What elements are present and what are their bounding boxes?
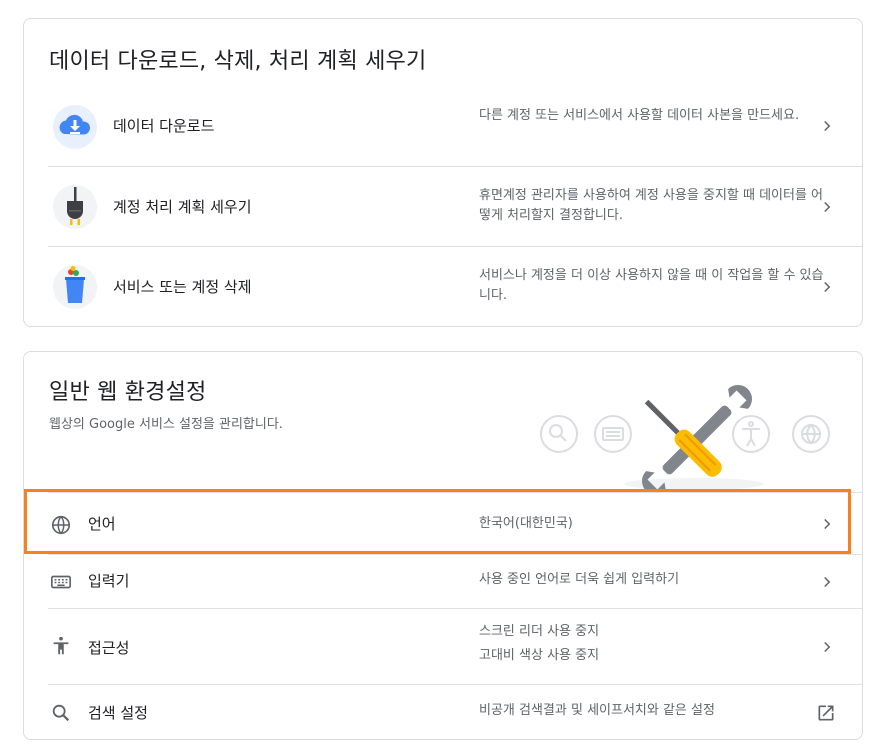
language-label: 언어 — [88, 515, 116, 533]
language-row[interactable]: 언어 한국어(대한민국) — [48, 492, 862, 554]
language-value: 한국어(대한민국) — [479, 516, 573, 531]
chevron-right-icon — [824, 120, 831, 132]
accessibility-row[interactable]: 접근성 스크린 리더 사용 중지 고대비 색상 사용 중지 — [48, 608, 862, 684]
chevron-right-icon — [824, 518, 831, 530]
account-plan-row[interactable]: 계정 처리 계획 세우기 휴면계정 관리자를 사용하여 계정 사용을 중지할 때… — [48, 166, 862, 246]
search-icon — [52, 704, 70, 722]
open-in-new-icon[interactable] — [816, 703, 836, 723]
high-contrast-status: 고대비 색상 사용 중지 — [479, 648, 600, 663]
chevron-right-icon — [824, 641, 831, 653]
download-data-label: 데이터 다운로드 — [113, 117, 215, 135]
keyboard-icon — [51, 575, 71, 589]
accessibility-label: 접근성 — [88, 639, 130, 657]
chevron-right-icon — [824, 281, 831, 293]
data-section-title: 데이터 다운로드, 삭제, 처리 계획 세우기 — [49, 49, 427, 74]
plug-icon — [52, 184, 98, 234]
general-section-title: 일반 웹 환경설정 — [49, 380, 207, 405]
search-settings-row[interactable]: 검색 설정 비공개 검색결과 및 세이프서치와 같은 설정 — [48, 684, 862, 739]
delete-account-label: 서비스 또는 계정 삭제 — [113, 278, 252, 296]
search-settings-label: 검색 설정 — [88, 704, 148, 722]
chevron-right-icon — [824, 201, 831, 213]
search-settings-desc: 비공개 검색결과 및 세이프서치와 같은 설정 — [479, 703, 715, 718]
cloud-download-icon — [52, 104, 98, 154]
data-management-card: 데이터 다운로드, 삭제, 처리 계획 세우기 데이터 다운로드 다른 계정 또… — [23, 18, 863, 327]
delete-account-row[interactable]: 서비스 또는 계정 삭제 서비스나 계정을 더 이상 사용하지 않을 때 이 작… — [48, 246, 862, 326]
chevron-right-icon — [824, 576, 831, 588]
input-tools-desc: 사용 중인 언어로 더욱 쉽게 입력하기 — [479, 572, 680, 587]
download-data-row[interactable]: 데이터 다운로드 다른 계정 또는 서비스에서 사용할 데이터 사본을 만드세요… — [48, 86, 862, 166]
input-tools-label: 입력기 — [88, 572, 130, 590]
screen-reader-status: 스크린 리더 사용 중지 — [479, 624, 600, 639]
input-tools-row[interactable]: 입력기 사용 중인 언어로 더욱 쉽게 입력하기 — [48, 554, 862, 608]
download-data-desc: 다른 계정 또는 서비스에서 사용할 데이터 사본을 만드세요. — [479, 108, 800, 123]
account-plan-desc: 휴면계정 관리자를 사용하여 계정 사용을 중지할 때 데이터를 어떻게 처리할… — [479, 188, 824, 223]
accessibility-icon — [53, 636, 69, 655]
general-section-subtitle: 웹상의 Google 서비스 설정을 관리합니다. — [49, 417, 283, 432]
delete-account-desc: 서비스나 계정을 더 이상 사용하지 않을 때 이 작업을 할 수 있습니다. — [479, 268, 824, 303]
tools-illustration — [540, 385, 830, 492]
account-plan-label: 계정 처리 계획 세우기 — [113, 198, 252, 216]
globe-icon — [51, 515, 71, 535]
trash-bin-icon — [52, 264, 98, 314]
general-preferences-card: 일반 웹 환경설정 웹상의 Google 서비스 설정을 관리합니다. 언어 한… — [23, 351, 863, 740]
